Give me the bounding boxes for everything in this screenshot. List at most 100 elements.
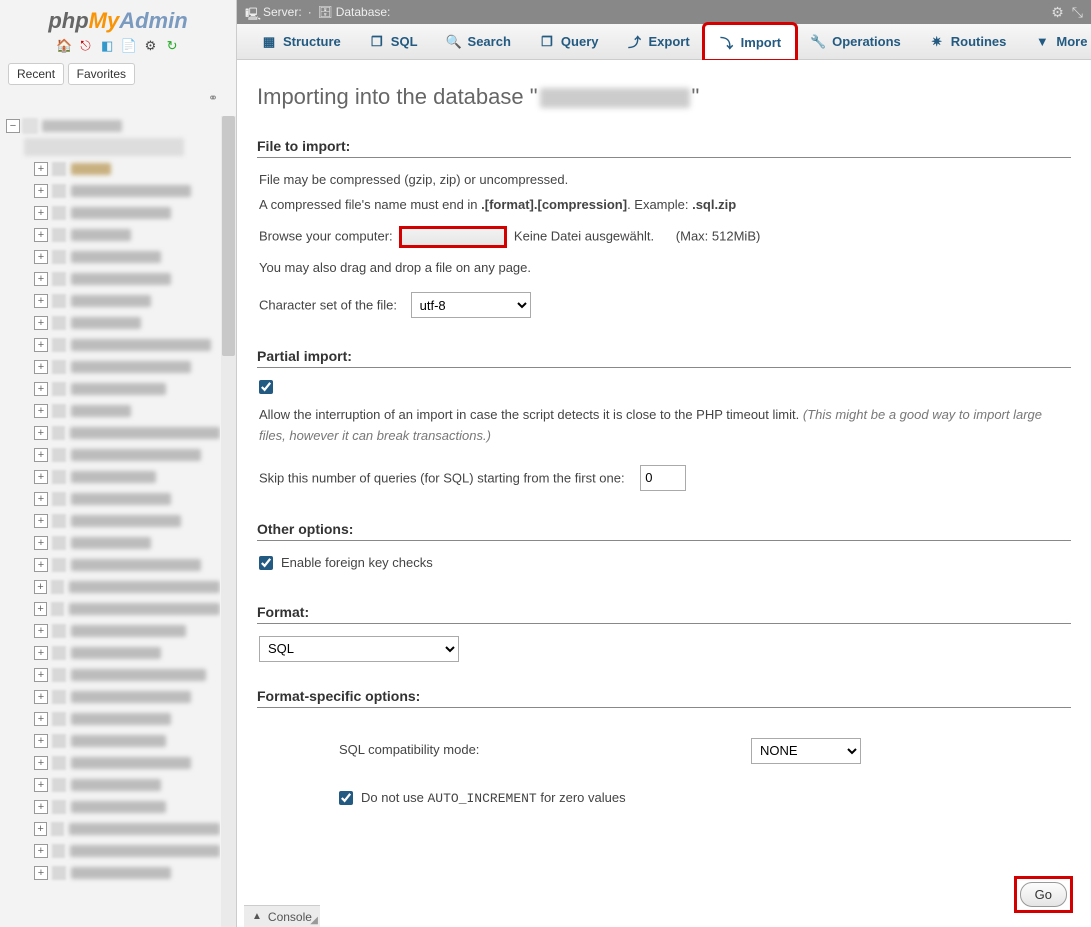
tree-table-item[interactable]: + bbox=[34, 620, 220, 642]
tree-expand-icon[interactable]: + bbox=[34, 536, 48, 550]
link-icon[interactable]: ⚭ bbox=[208, 91, 218, 105]
tree-expand-icon[interactable]: + bbox=[34, 778, 48, 792]
tree-expand-icon[interactable]: + bbox=[34, 360, 48, 374]
allow-interrupt-checkbox[interactable] bbox=[259, 380, 273, 394]
tab-export[interactable]: ⤴Export bbox=[612, 24, 703, 59]
tree-expand-icon[interactable]: + bbox=[34, 668, 48, 682]
tree-table-item[interactable]: + bbox=[34, 686, 220, 708]
tree-expand-icon[interactable]: + bbox=[34, 712, 48, 726]
tree-table-item[interactable]: + bbox=[34, 532, 220, 554]
tree-table-item[interactable]: + bbox=[34, 796, 220, 818]
tree-table-item[interactable]: + bbox=[34, 158, 220, 180]
tree-expand-icon[interactable]: + bbox=[34, 448, 48, 462]
recent-tab[interactable]: Recent bbox=[8, 63, 64, 85]
tree-expand-icon[interactable]: + bbox=[34, 382, 48, 396]
tree-table-item[interactable]: + bbox=[34, 246, 220, 268]
tree-table-item[interactable]: + bbox=[34, 576, 220, 598]
file-input[interactable] bbox=[399, 226, 507, 248]
tree-expand-icon[interactable]: + bbox=[34, 272, 48, 286]
auto-increment-checkbox[interactable] bbox=[339, 791, 353, 805]
tree-table-item[interactable]: + bbox=[34, 642, 220, 664]
tree-table-item[interactable]: + bbox=[34, 312, 220, 334]
server-label[interactable]: Server: bbox=[263, 5, 302, 19]
home-icon[interactable]: 🏠 bbox=[56, 38, 72, 54]
tree-table-item[interactable]: + bbox=[34, 598, 220, 620]
tree-expand-icon[interactable]: + bbox=[34, 404, 48, 418]
tree-expand-icon[interactable]: + bbox=[34, 492, 48, 506]
tree-expand-icon[interactable]: + bbox=[34, 690, 48, 704]
tab-search[interactable]: 🔍Search bbox=[432, 24, 525, 59]
tree-selected-item[interactable] bbox=[24, 138, 184, 156]
doc-icon[interactable]: 📄 bbox=[121, 38, 137, 54]
tree-table-item[interactable]: + bbox=[34, 708, 220, 730]
console-bar[interactable]: ▲ Console ◢ bbox=[244, 905, 320, 927]
tree-expand-icon[interactable]: + bbox=[34, 844, 48, 858]
tree-table-item[interactable]: + bbox=[34, 664, 220, 686]
tree-table-item[interactable]: + bbox=[34, 444, 220, 466]
database-label[interactable]: Database: bbox=[336, 5, 391, 19]
tree-table-item[interactable]: + bbox=[34, 422, 220, 444]
tree-expand-icon[interactable]: + bbox=[34, 756, 48, 770]
tab-import[interactable]: ⤵Import bbox=[704, 24, 796, 60]
tree-table-item[interactable]: + bbox=[34, 730, 220, 752]
tree-expand-icon[interactable]: + bbox=[34, 228, 48, 242]
sidebar-scrollbar[interactable] bbox=[221, 116, 236, 927]
gear-icon[interactable]: ⚙ bbox=[142, 38, 158, 54]
pma-logo[interactable]: phpMyAdmin bbox=[0, 0, 236, 36]
tree-table-item[interactable]: + bbox=[34, 356, 220, 378]
tree-table-item[interactable]: + bbox=[34, 862, 220, 884]
tree-table-item[interactable]: + bbox=[34, 510, 220, 532]
skip-queries-input[interactable] bbox=[640, 465, 686, 491]
sql-compat-select[interactable]: NONE bbox=[751, 738, 861, 764]
tree-expand-icon[interactable]: + bbox=[34, 866, 48, 880]
tree-expand-icon[interactable]: + bbox=[34, 624, 48, 638]
sql-icon[interactable]: ◧ bbox=[99, 38, 115, 54]
tree-table-item[interactable]: + bbox=[34, 818, 220, 840]
tree-table-item[interactable]: + bbox=[34, 554, 220, 576]
tree-expand-icon[interactable]: + bbox=[34, 316, 48, 330]
tree-table-item[interactable]: + bbox=[34, 840, 220, 862]
tree-expand-icon[interactable]: + bbox=[34, 184, 48, 198]
tree-table-item[interactable]: + bbox=[34, 752, 220, 774]
tree-table-item[interactable]: + bbox=[34, 488, 220, 510]
tree-expand-icon[interactable]: + bbox=[34, 602, 47, 616]
format-select[interactable]: SQL bbox=[259, 636, 459, 662]
db-tree[interactable]: − + + + + + + + + + + + + + + + + + + + + + + + + + + + + + + + + + bbox=[0, 116, 220, 927]
tree-expand-icon[interactable]: + bbox=[34, 162, 48, 176]
tree-expand-icon[interactable]: + bbox=[34, 800, 48, 814]
tree-expand-icon[interactable]: + bbox=[34, 250, 48, 264]
tree-table-item[interactable]: + bbox=[34, 202, 220, 224]
tree-db-name[interactable] bbox=[42, 120, 122, 132]
tree-table-item[interactable]: + bbox=[34, 378, 220, 400]
tree-table-item[interactable]: + bbox=[34, 334, 220, 356]
tree-expand-icon[interactable]: + bbox=[34, 558, 48, 572]
tree-expand-icon[interactable]: + bbox=[34, 294, 48, 308]
tab-query[interactable]: ❐Query bbox=[525, 24, 613, 59]
refresh-icon[interactable]: ↻ bbox=[164, 38, 180, 54]
tree-expand-icon[interactable]: + bbox=[34, 470, 48, 484]
tree-table-item[interactable]: + bbox=[34, 224, 220, 246]
exit-icon[interactable]: ⎋ bbox=[78, 38, 94, 54]
tab-operations[interactable]: 🔧Operations bbox=[796, 24, 915, 59]
tree-collapse-icon[interactable]: − bbox=[6, 119, 20, 133]
tree-table-item[interactable]: + bbox=[34, 290, 220, 312]
tab-routines[interactable]: ✷Routines bbox=[915, 24, 1021, 59]
tree-table-item[interactable]: + bbox=[34, 268, 220, 290]
tree-table-item[interactable]: + bbox=[34, 466, 220, 488]
favorites-tab[interactable]: Favorites bbox=[68, 63, 135, 85]
charset-select[interactable]: utf-8 bbox=[411, 292, 531, 318]
settings-gear-icon[interactable]: ⚙ bbox=[1051, 4, 1064, 21]
tab-more[interactable]: ▼More bbox=[1020, 24, 1091, 59]
tree-expand-icon[interactable]: + bbox=[34, 206, 48, 220]
tree-table-item[interactable]: + bbox=[34, 774, 220, 796]
tab-structure[interactable]: ▦Structure bbox=[247, 24, 355, 59]
tree-expand-icon[interactable]: + bbox=[34, 734, 48, 748]
tree-expand-icon[interactable]: + bbox=[34, 338, 48, 352]
go-button[interactable]: Go bbox=[1020, 882, 1067, 907]
tree-expand-icon[interactable]: + bbox=[34, 580, 47, 594]
resize-corner-icon[interactable]: ◢ bbox=[310, 915, 318, 926]
fk-checks-checkbox[interactable] bbox=[259, 556, 273, 570]
tree-expand-icon[interactable]: + bbox=[34, 822, 47, 836]
tree-table-item[interactable]: + bbox=[34, 180, 220, 202]
tree-expand-icon[interactable]: + bbox=[34, 514, 48, 528]
